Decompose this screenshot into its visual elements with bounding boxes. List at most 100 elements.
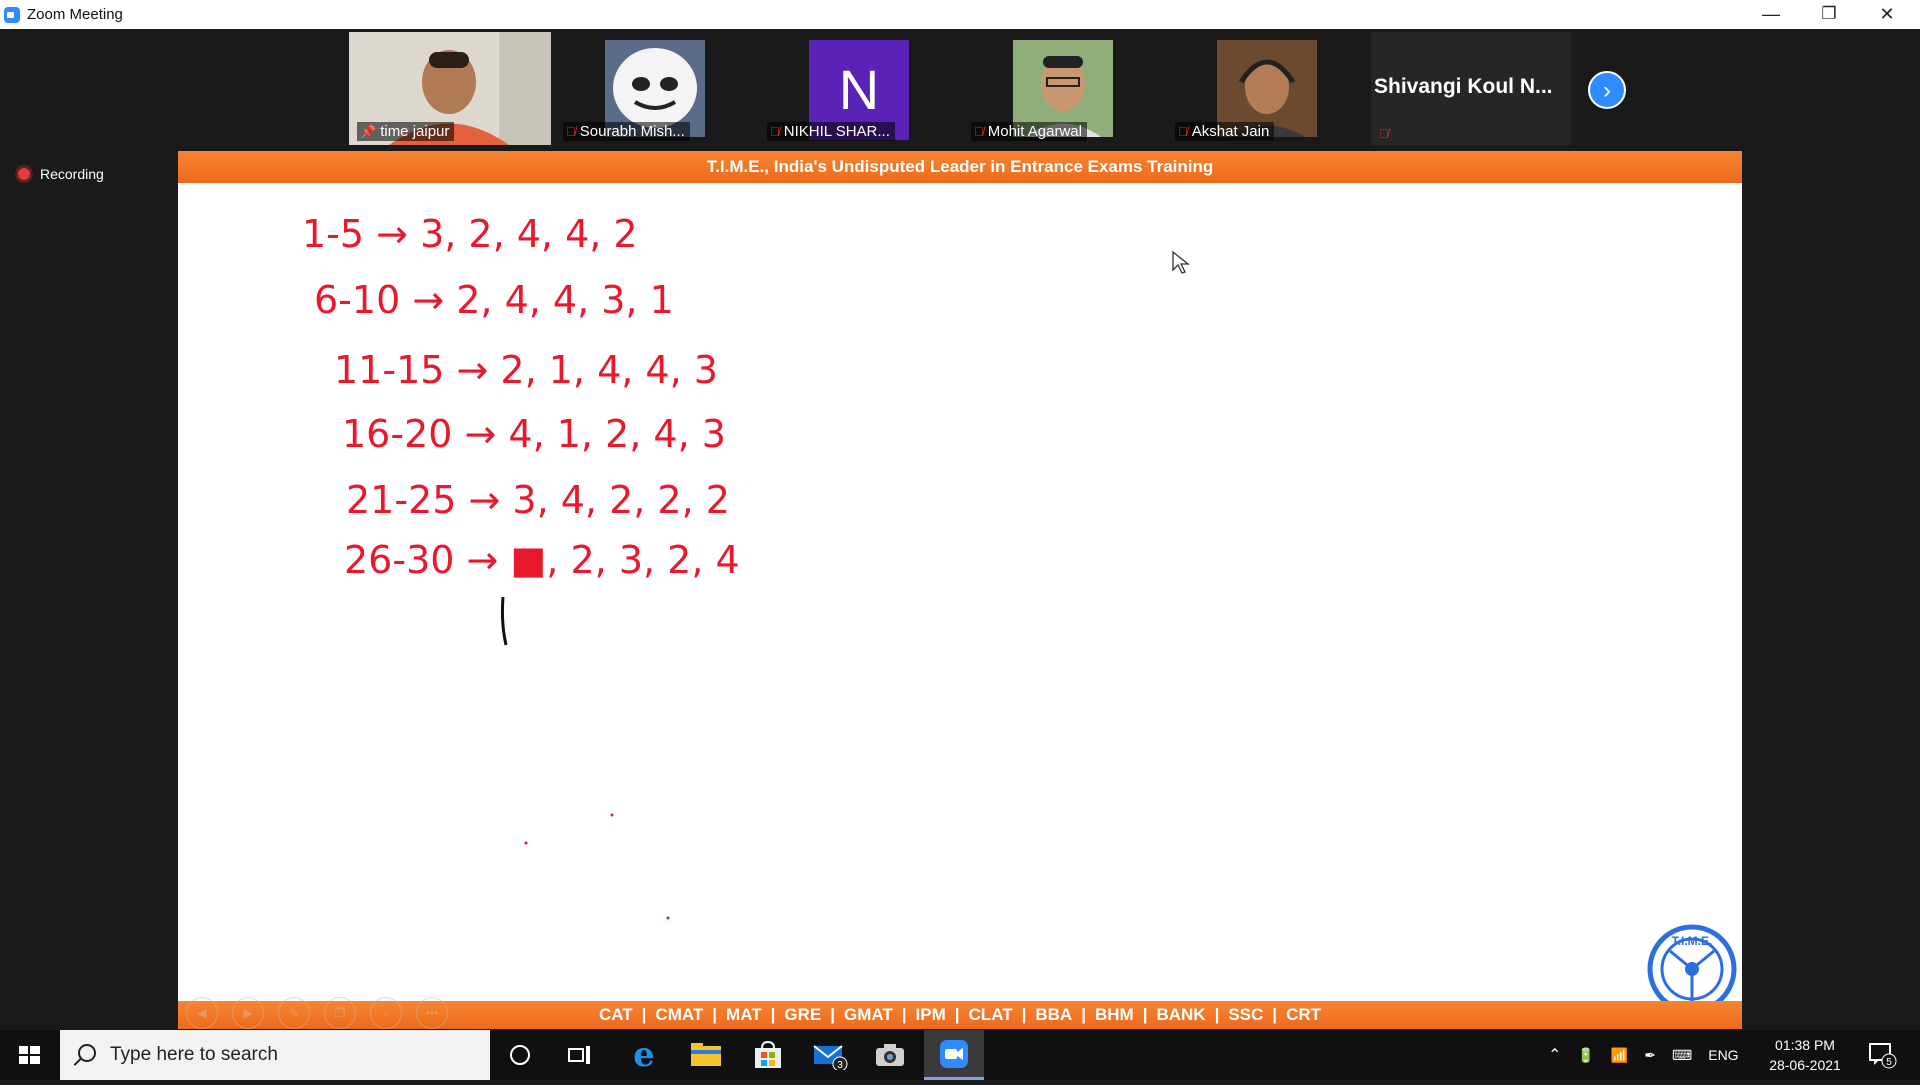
- ink-dot: [524, 841, 528, 845]
- whiteboard-annotations: 1-5 → 3, 2, 4, 4, 2 6-10 → 2, 4, 4, 3, 1…: [302, 212, 740, 920]
- keyboard-icon[interactable]: ⌨: [1672, 1047, 1692, 1064]
- microsoft-store-icon[interactable]: [740, 1030, 796, 1080]
- pin-icon: 📌: [360, 123, 377, 139]
- handwritten-note: 26-30 → ■, 2, 3, 2, 4: [344, 538, 740, 582]
- edge-browser-icon[interactable]: e: [616, 1030, 672, 1080]
- search-icon: [78, 1044, 96, 1062]
- participant-tile[interactable]: N 🎙̸ NIKHIL SHAR...: [759, 32, 959, 145]
- exam-separator: |: [770, 1005, 776, 1024]
- mail-badge-count: 3: [837, 1060, 843, 1070]
- exam-separator: |: [901, 1005, 907, 1024]
- exam-item: BBA: [1035, 1005, 1073, 1024]
- window-title: Zoom Meeting: [27, 6, 123, 23]
- participant-name: 🎙̸ Mohit Agarwal: [971, 122, 1087, 141]
- exam-item: GMAT: [843, 1005, 893, 1024]
- exam-item: GRE: [784, 1005, 822, 1024]
- battery-icon[interactable]: 🔋: [1577, 1047, 1594, 1064]
- share-header: T.I.M.E., India's Undisputed Leader in E…: [178, 151, 1742, 183]
- mic-muted-icon: 🎙̸: [974, 124, 984, 139]
- participant-gallery: 📌 time jaipur 🎙̸ Sourabh Mish... N 🎙̸ NIKHI…: [0, 29, 1920, 149]
- gallery-next-button[interactable]: ›: [1588, 71, 1626, 109]
- title-bar: Zoom Meeting — ❐ ✕: [0, 0, 1920, 29]
- exam-separator: |: [712, 1005, 718, 1024]
- handwritten-note: 11-15 → 2, 1, 4, 4, 3: [334, 348, 718, 392]
- camera-icon[interactable]: [862, 1030, 918, 1080]
- more-icon[interactable]: •••: [416, 997, 448, 1029]
- ink-dot: [666, 916, 670, 920]
- windows-taskbar: Type here to search e 3 ⌃ 🔋 📶 ✒ ⌨ ENG 01…: [0, 1030, 1920, 1080]
- exam-separator: |: [1021, 1005, 1027, 1024]
- exam-separator: |: [1272, 1005, 1278, 1024]
- handwritten-note: 21-25 → 3, 4, 2, 2, 2: [346, 478, 730, 522]
- shared-screen: T.I.M.E., India's Undisputed Leader in E…: [178, 151, 1742, 1029]
- participant-tile[interactable]: 📌 time jaipur: [349, 32, 551, 145]
- zoom-app-icon: [4, 7, 20, 23]
- restore-button[interactable]: ❐: [1800, 0, 1858, 29]
- wifi-icon[interactable]: 📶: [1611, 1047, 1628, 1064]
- participant-name: 📌 time jaipur: [357, 122, 455, 141]
- windows-logo-icon: [19, 1046, 40, 1064]
- pen-workspace-icon[interactable]: ✒: [1644, 1047, 1656, 1064]
- recording-indicator[interactable]: Recording: [18, 166, 104, 182]
- exam-item: BHM: [1094, 1005, 1134, 1024]
- exam-separator: |: [1142, 1005, 1148, 1024]
- chevron-right-icon: ›: [1603, 77, 1611, 104]
- recording-label: Recording: [40, 166, 104, 182]
- zoom-taskbar-icon[interactable]: [924, 1030, 984, 1080]
- clock-date: 28-06-2021: [1769, 1057, 1841, 1073]
- pen-icon[interactable]: ✎: [278, 997, 310, 1029]
- mic-muted-icon: 🎙̸: [770, 124, 780, 139]
- show-hidden-icons-icon[interactable]: ⌃: [1548, 1045, 1561, 1065]
- exam-separator: |: [830, 1005, 835, 1024]
- exam-item: CAT: [598, 1005, 633, 1024]
- participant-name-large: Shivangi Koul N...: [1374, 75, 1553, 98]
- exam-item: MAT: [726, 1005, 762, 1024]
- exam-separator: |: [1081, 1005, 1086, 1024]
- mic-muted-icon: 🎙̸: [566, 124, 576, 139]
- participant-tile[interactable]: 🎙̸ Sourabh Mish...: [555, 32, 755, 145]
- participant-tile[interactable]: 🎙̸ Mohit Agarwal: [963, 32, 1163, 145]
- close-button[interactable]: ✕: [1858, 0, 1916, 29]
- handwritten-note: 16-20 → 4, 1, 2, 4, 3: [342, 412, 726, 456]
- start-button[interactable]: [0, 1030, 60, 1080]
- mail-icon[interactable]: 3: [802, 1030, 858, 1080]
- exam-separator: |: [1214, 1005, 1220, 1024]
- mic-muted-icon: 🎙̸: [1379, 126, 1389, 141]
- handwritten-note: 1-5 → 3, 2, 4, 4, 2: [302, 212, 638, 256]
- exam-item: CMAT: [655, 1005, 704, 1024]
- annotation-toolbar: ◀ ▶ ✎ ❐ ⌕ •••: [186, 997, 448, 1029]
- exam-item: CLAT: [968, 1005, 1013, 1024]
- minimize-button[interactable]: —: [1742, 0, 1800, 29]
- exam-footer: CAT | CMAT | MAT | GRE | GMAT | IPM | CLAT | BBA | BHM | B…: [178, 997, 1742, 1029]
- participant-name: 🎙̸ Akshat Jain: [1175, 122, 1275, 141]
- participant-tile[interactable]: 🎙̸ Akshat Jain: [1167, 32, 1367, 145]
- taskbar-search-box[interactable]: Type here to search: [60, 1030, 490, 1080]
- exam-separator: |: [954, 1005, 960, 1024]
- pen-stroke: [500, 596, 508, 646]
- file-explorer-icon[interactable]: [678, 1030, 734, 1080]
- search-placeholder: Type here to search: [110, 1044, 278, 1065]
- mouse-pointer-icon: [1172, 251, 1190, 274]
- participant-name: 🎙̸ Sourabh Mish...: [563, 122, 690, 141]
- undo-icon[interactable]: ◀: [186, 997, 218, 1029]
- exam-item: SSC: [1228, 1005, 1264, 1024]
- handwritten-note: 6-10 → 2, 4, 4, 3, 1: [314, 278, 674, 322]
- participant-name: 🎙̸ NIKHIL SHAR...: [767, 122, 895, 141]
- redo-icon[interactable]: ▶: [232, 997, 264, 1029]
- exam-separator: |: [641, 1005, 647, 1024]
- language-indicator[interactable]: ENG: [1708, 1047, 1738, 1063]
- logo-text: T.I.M.E.: [1672, 934, 1713, 948]
- taskbar-clock[interactable]: 01:38 PM 28-06-2021: [1760, 1035, 1850, 1075]
- mic-muted-icon: 🎙̸: [1178, 124, 1188, 139]
- task-view-icon[interactable]: [552, 1030, 608, 1080]
- ink-dot: [610, 813, 614, 817]
- exam-item: IPM: [915, 1005, 946, 1024]
- clock-time: 01:38 PM: [1775, 1037, 1835, 1053]
- notifications-icon[interactable]: 5: [1858, 1030, 1906, 1080]
- copy-icon[interactable]: ❐: [324, 997, 356, 1029]
- notification-count: 5: [1886, 1057, 1892, 1068]
- participant-status: 🎙̸: [1379, 126, 1389, 141]
- zoom-icon[interactable]: ⌕: [370, 997, 402, 1029]
- cortana-icon[interactable]: [492, 1030, 548, 1080]
- exam-item: BANK: [1156, 1005, 1206, 1024]
